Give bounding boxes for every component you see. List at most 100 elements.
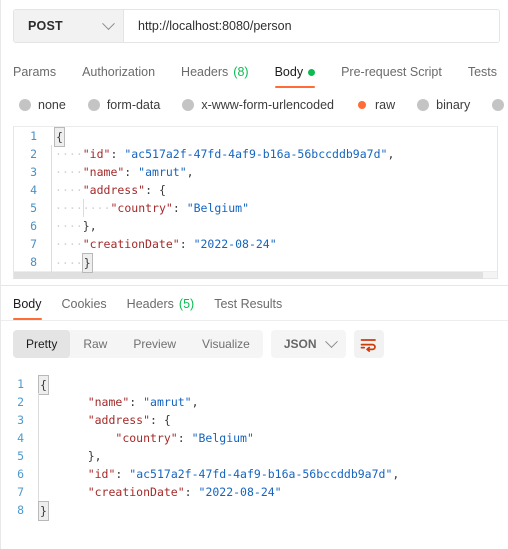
code-line: 1{ bbox=[14, 127, 497, 147]
line-number: 8 bbox=[30, 255, 37, 269]
code-line: 8} bbox=[1, 501, 508, 521]
line-number: 7 bbox=[17, 485, 24, 499]
code-line: 3 ····"name": "amrut", bbox=[14, 163, 497, 181]
radio-raw[interactable]: raw bbox=[356, 98, 395, 112]
line-number: 5 bbox=[17, 449, 24, 463]
code-line: 2 ····"id": "ac517a2f-47fd-4af9-b16a-56bc… bbox=[14, 145, 497, 163]
response-tabs: Body Cookies Headers (5) Test Results bbox=[1, 286, 508, 320]
tab-pre-request-script[interactable]: Pre-request Script bbox=[341, 65, 442, 88]
line-content: ····"name": "amrut", bbox=[51, 163, 194, 181]
http-method-select[interactable]: POST bbox=[14, 10, 124, 42]
response-tab-cookies-label: Cookies bbox=[61, 297, 107, 311]
line-number: 3 bbox=[30, 165, 37, 179]
line-content: "address": { bbox=[38, 411, 171, 429]
response-tab-cookies[interactable]: Cookies bbox=[62, 297, 107, 320]
line-number: 1 bbox=[30, 129, 37, 143]
body-type-radio-group: none form-data x-www-form-urlencoded raw… bbox=[1, 88, 508, 122]
response-tab-headers-label: Headers bbox=[126, 297, 174, 311]
view-mode-raw-label: Raw bbox=[83, 337, 108, 351]
word-wrap-button[interactable] bbox=[353, 330, 384, 358]
response-tab-test-results[interactable]: Test Results bbox=[214, 297, 282, 320]
line-content: ····"id": "ac517a2f-47fd-4af9-b16a-56bcc… bbox=[51, 145, 394, 163]
line-number: 6 bbox=[30, 219, 37, 233]
tab-authorization-label: Authorization bbox=[82, 65, 156, 79]
radio-binary[interactable]: binary bbox=[417, 98, 470, 112]
response-format-select[interactable]: JSON bbox=[270, 330, 346, 358]
radio-none-label: none bbox=[38, 98, 66, 112]
response-tab-body[interactable]: Body bbox=[13, 297, 42, 320]
line-content: { bbox=[35, 375, 49, 395]
code-line: 4 ····"address": { bbox=[14, 181, 497, 199]
line-content: { bbox=[48, 127, 65, 147]
view-mode-raw[interactable]: Raw bbox=[70, 330, 120, 358]
radio-none[interactable]: none bbox=[19, 98, 66, 112]
request-tabs: Params Authorization Headers (8) Body Pr… bbox=[1, 52, 508, 88]
word-wrap-icon bbox=[360, 338, 376, 352]
response-format-label: JSON bbox=[283, 337, 317, 351]
radio-raw-label: raw bbox=[375, 98, 396, 112]
view-mode-preview[interactable]: Preview bbox=[120, 330, 189, 358]
line-number: 6 bbox=[17, 467, 24, 481]
line-number: 7 bbox=[30, 237, 37, 251]
response-toolbar: Pretty Raw Preview Visualize JSON bbox=[1, 321, 508, 367]
tab-tests[interactable]: Tests bbox=[468, 65, 497, 88]
response-body-viewer[interactable]: 1{2 "name": "amrut", 3 "address": {4 "cou… bbox=[1, 367, 508, 549]
line-number: 4 bbox=[30, 183, 37, 197]
line-content: ····"creationDate": "2022-08-24" bbox=[51, 235, 277, 253]
line-content: ····} bbox=[51, 253, 93, 273]
radio-icon bbox=[417, 99, 430, 111]
radio-graphql[interactable]: GraphQL bbox=[492, 98, 508, 112]
radio-icon bbox=[87, 99, 100, 111]
response-tab-headers[interactable]: Headers (5) bbox=[127, 297, 195, 320]
line-number: 5 bbox=[30, 201, 37, 215]
line-content: "name": "amrut", bbox=[38, 393, 199, 411]
line-number: 4 bbox=[17, 431, 24, 445]
line-content: ····"address": { bbox=[51, 181, 166, 199]
tab-body-label: Body bbox=[274, 65, 304, 79]
code-line: 4 "country": "Belgium" bbox=[1, 429, 508, 447]
response-tab-test-results-label: Test Results bbox=[214, 297, 283, 311]
view-mode-pretty[interactable]: Pretty bbox=[13, 330, 71, 358]
view-mode-preview-label: Preview bbox=[133, 337, 177, 351]
request-body-editor[interactable]: 1{2 ····"id": "ac517a2f-47fd-4af9-b16a-56… bbox=[13, 126, 498, 279]
line-content: "creationDate": "2022-08-24" bbox=[38, 483, 282, 501]
tab-body[interactable]: Body bbox=[274, 65, 316, 88]
line-content: ········"country": "Belgium" bbox=[51, 199, 249, 217]
code-line: 1{ bbox=[1, 375, 508, 395]
line-number: 2 bbox=[17, 395, 24, 409]
scrollbar-thumb[interactable] bbox=[14, 272, 483, 279]
line-content: "country": "Belgium" bbox=[38, 429, 254, 447]
radio-binary-label: binary bbox=[436, 98, 471, 112]
code-line: 8 ····} bbox=[14, 253, 497, 273]
radio-x-www-form-urlencoded[interactable]: x-www-form-urlencoded bbox=[182, 98, 334, 112]
line-content: "id": "ac517a2f-47fd-4af9-b16a-56bccddb9… bbox=[38, 465, 399, 483]
code-line: 7 ····"creationDate": "2022-08-24" bbox=[14, 235, 497, 253]
tab-pre-request-script-label: Pre-request Script bbox=[341, 65, 442, 79]
tab-authorization[interactable]: Authorization bbox=[82, 65, 155, 88]
code-line: 3 "address": { bbox=[1, 411, 508, 429]
line-content: }, bbox=[38, 447, 102, 465]
request-url-input[interactable]: http://localhost:8080/person bbox=[124, 10, 499, 42]
code-line: 5 }, bbox=[1, 447, 508, 465]
request-body-code[interactable]: 1{2 ····"id": "ac517a2f-47fd-4af9-b16a-56… bbox=[14, 127, 497, 273]
tab-params[interactable]: Params bbox=[13, 65, 56, 88]
radio-x-www-form-urlencoded-label: x-www-form-urlencoded bbox=[201, 98, 334, 112]
response-body-code[interactable]: 1{2 "name": "amrut", 3 "address": {4 "cou… bbox=[1, 375, 508, 521]
line-content: ····}, bbox=[51, 217, 97, 235]
green-dot-icon bbox=[308, 68, 316, 76]
request-url-bar: POST http://localhost:8080/person bbox=[1, 0, 508, 52]
response-view-mode-group: Pretty Raw Preview Visualize bbox=[13, 330, 263, 358]
radio-form-data[interactable]: form-data bbox=[87, 98, 160, 112]
code-line: 2 "name": "amrut", bbox=[1, 393, 508, 411]
response-tab-body-label: Body bbox=[13, 297, 42, 311]
view-mode-visualize[interactable]: Visualize bbox=[189, 330, 263, 358]
line-number: 1 bbox=[17, 377, 24, 391]
code-line: 6 "id": "ac517a2f-47fd-4af9-b16a-56bccdd… bbox=[1, 465, 508, 483]
view-mode-pretty-label: Pretty bbox=[26, 337, 58, 351]
tab-headers[interactable]: Headers (8) bbox=[181, 65, 249, 88]
radio-icon bbox=[19, 99, 31, 111]
view-mode-visualize-label: Visualize bbox=[202, 337, 250, 351]
radio-selected-icon bbox=[356, 99, 368, 111]
tab-headers-label: Headers bbox=[181, 65, 229, 79]
line-number: 8 bbox=[17, 503, 24, 517]
